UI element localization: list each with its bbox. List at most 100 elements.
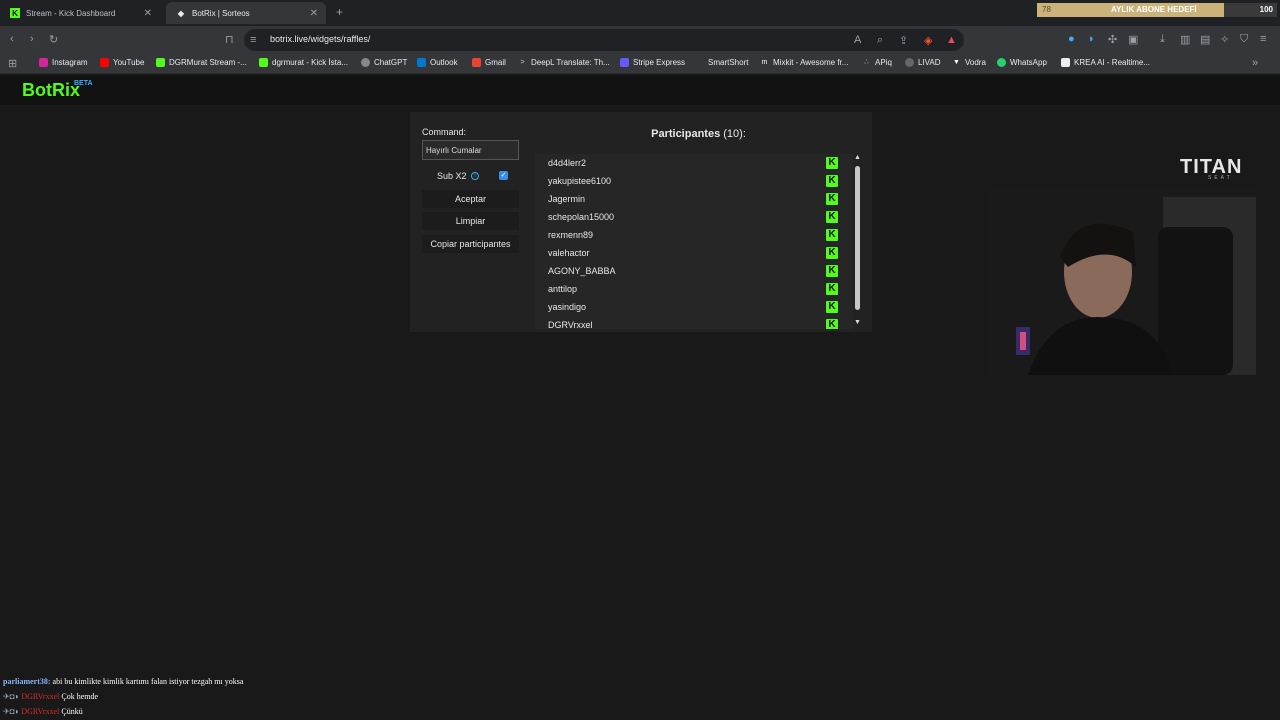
command-label: Command: — [422, 127, 467, 137]
kick-icon: K — [10, 8, 20, 18]
participant-name: rexmenn89 — [548, 230, 594, 240]
bookmark-whatsapp[interactable]: WhatsApp — [997, 58, 1047, 67]
chat-username: DGRVrxxel — [21, 692, 60, 701]
apiq-icon: ∴ — [864, 59, 869, 66]
clear-button[interactable]: Limpiar — [422, 212, 519, 230]
goal-label: AYLIK ABONE HEDEFİ — [1111, 5, 1197, 14]
youtube-icon — [100, 58, 109, 67]
participants-heading: Participantes (10): — [535, 128, 862, 140]
more-bookmarks-icon[interactable]: » — [1252, 57, 1258, 69]
list-item: Jagermin K — [535, 190, 853, 208]
participant-name: anttilop — [548, 284, 578, 294]
scroll-up-icon[interactable]: ▲ — [854, 154, 861, 161]
sub-x2-checkbox[interactable]: ✓ — [499, 171, 508, 180]
sub-x2-label: Sub X2 — [437, 171, 467, 181]
bookmark-instagram[interactable]: Instagram — [39, 58, 88, 67]
tab-botrix[interactable]: ◆ BotRix | Sorteos ✕ — [166, 2, 326, 24]
info-icon[interactable]: i — [471, 172, 479, 180]
back-icon[interactable]: ‹ — [10, 33, 14, 45]
download-icon[interactable]: ⤓ — [1160, 33, 1165, 46]
kick-icon: K — [826, 283, 838, 295]
address-bar[interactable]: ≡ botrix.live/widgets/raffles/ A ⌕ ⇪ ◈ ▲ — [244, 29, 964, 51]
copy-participants-button[interactable]: Copiar participantes — [422, 235, 519, 253]
bookmark-icon[interactable]: ⊓ — [225, 33, 234, 46]
translate-icon[interactable]: A — [854, 34, 861, 46]
list-item: rexmenn89 K — [535, 226, 853, 244]
badge-icon: ✈◘◗ — [3, 707, 20, 716]
list-item: AGONY_BABBA K — [535, 262, 853, 280]
extension-icon[interactable]: ▣ — [1128, 33, 1138, 46]
bookmark-dgrmurat-kick[interactable]: dgrmurat - Kick İsta... — [259, 58, 348, 67]
bookmark-vodra[interactable]: ▼ Vodra — [952, 58, 986, 67]
whatsapp-icon — [997, 58, 1006, 67]
list-item: anttilop K — [535, 280, 853, 298]
extensions-icon[interactable]: ✣ — [1108, 33, 1117, 46]
bookmark-outlook[interactable]: Outlook — [417, 58, 458, 67]
bookmark-apiq[interactable]: ∴ APiq — [862, 58, 892, 67]
kick-icon — [259, 58, 268, 67]
forward-icon[interactable]: › — [30, 33, 34, 45]
share-icon[interactable]: ⇪ — [899, 34, 908, 47]
menu-icon[interactable]: ≡ — [1260, 33, 1266, 45]
bookmark-livad[interactable]: LIVAD — [905, 58, 941, 67]
list-item: d4d4lerr2 K — [535, 154, 853, 172]
brave-rewards-icon[interactable]: ▲ — [946, 34, 957, 46]
app-header — [0, 75, 1280, 105]
kick-icon: K — [826, 175, 838, 187]
outlook-icon — [417, 58, 426, 67]
botrix-favicon-icon: ◆ — [177, 8, 185, 18]
participants-list[interactable]: d4d4lerr2 K yakupistee6100 K Jagermin K sch… — [535, 154, 853, 329]
chat-username: parliamert38: — [3, 677, 51, 686]
stripe-icon — [620, 58, 629, 67]
kick-icon: K — [826, 247, 838, 259]
extension-icon[interactable]: ● — [1068, 33, 1075, 45]
kick-icon: K — [826, 265, 838, 277]
livad-icon — [905, 58, 914, 67]
reload-icon[interactable]: ↻ — [49, 33, 58, 46]
goal-current: 78 — [1042, 5, 1051, 14]
scroll-down-icon[interactable]: ▼ — [854, 319, 861, 326]
participant-name: yasindigo — [548, 302, 587, 312]
botrix-logo[interactable]: BotRix — [22, 80, 80, 101]
sidebar-icon[interactable]: ▥ — [1180, 33, 1190, 46]
bookmark-youtube[interactable]: YouTube — [100, 58, 144, 67]
participant-name: schepolan15000 — [548, 212, 615, 222]
scroll-thumb[interactable] — [855, 166, 860, 310]
tab-bar: K Stream - Kick Dashboard ✕ ◆ BotRix | S… — [0, 0, 1280, 26]
bookmark-chatgpt[interactable]: ChatGPT — [361, 58, 407, 67]
tab-title: Stream - Kick Dashboard — [26, 8, 116, 18]
bookmark-gmail[interactable]: Gmail — [472, 58, 506, 67]
badge-icon: ✈◘◗ — [3, 692, 20, 701]
gmail-icon — [472, 58, 481, 67]
apps-icon[interactable]: ⊞ — [8, 57, 17, 70]
participant-name: Jagermin — [548, 194, 586, 204]
bookmark-mixkit[interactable]: m Mixkit - Awesome fr... — [760, 58, 849, 67]
site-settings-icon[interactable]: ≡ — [250, 34, 256, 46]
leo-ai-icon[interactable]: ✧ — [1220, 33, 1229, 46]
participant-name: AGONY_BABBA — [548, 266, 616, 276]
command-input[interactable] — [422, 140, 519, 160]
tab-kick-dashboard[interactable]: K Stream - Kick Dashboard ✕ — [0, 2, 160, 24]
brave-shield-icon[interactable]: ◈ — [924, 34, 932, 47]
kick-icon: K — [826, 157, 838, 169]
accept-button[interactable]: Aceptar — [422, 190, 519, 208]
zoom-icon[interactable]: ⌕ — [877, 34, 883, 47]
bookmark-deepl[interactable]: > DeepL Translate: Th... — [518, 58, 609, 67]
kick-icon — [156, 58, 165, 67]
bookmark-krea[interactable]: KREA AI - Realtime... — [1061, 58, 1150, 67]
extension-icon[interactable]: ◗ — [1088, 33, 1095, 45]
participants-scrollbar[interactable]: ▲ ▼ — [854, 154, 862, 329]
chat-message: ✈◘◗ DGRVrxxel Çok hemde — [3, 692, 98, 701]
kick-icon: K — [826, 193, 838, 205]
bookmark-smartshort[interactable]: SmartShort — [695, 58, 748, 67]
wallet-icon[interactable]: ▤ — [1200, 33, 1210, 46]
close-icon[interactable]: ✕ — [144, 8, 152, 19]
list-item: schepolan15000 K — [535, 208, 853, 226]
new-tab-icon[interactable]: + — [336, 5, 343, 19]
smartshort-icon — [695, 58, 704, 67]
tab-title: BotRix | Sorteos — [192, 8, 250, 18]
bookmark-stripe[interactable]: Stripe Express — [620, 58, 685, 67]
vpn-icon[interactable]: ⛉ — [1240, 33, 1248, 46]
close-icon[interactable]: ✕ — [310, 8, 318, 19]
bookmark-dgrmurat-stream[interactable]: DGRMurat Stream -... — [156, 58, 247, 67]
